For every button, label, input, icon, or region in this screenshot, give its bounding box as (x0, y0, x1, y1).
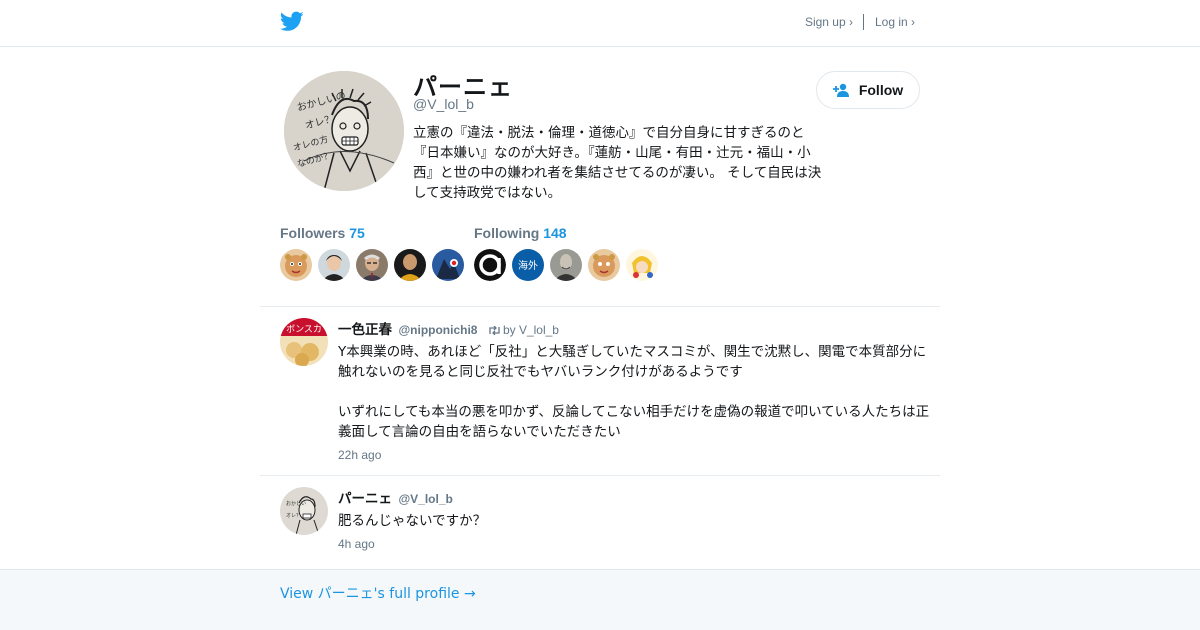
followers-avatars (280, 249, 470, 281)
top-bar: Sign up › Log in › (0, 0, 1200, 47)
following-count: 148 (543, 225, 567, 241)
tweet-text: Y本興業の時、あれほど「反社」と大騒ぎしていたマスコミが、関生で沈黙し、関電で本… (338, 344, 930, 440)
following-avatar[interactable] (588, 249, 620, 281)
footer: View パーニェ's full profile → (0, 569, 1200, 630)
auth-links: Sign up › Log in › (805, 14, 915, 31)
follower-avatar[interactable] (356, 249, 388, 281)
retweet-info: by V_lol_b (488, 323, 559, 337)
retweet-icon (489, 325, 500, 336)
followers-count: 75 (349, 225, 365, 241)
following-avatar[interactable] (550, 249, 582, 281)
follow-button[interactable]: Follow (816, 71, 920, 109)
following-avatar[interactable] (626, 249, 658, 281)
divider (260, 306, 940, 307)
followers-stat[interactable]: Followers 75 (280, 225, 365, 241)
tweet-timestamp[interactable]: 4h ago (338, 537, 375, 551)
full-profile-link[interactable]: View パーニェ's full profile → (280, 583, 476, 603)
svg-text:オレ？: オレ？ (286, 513, 301, 519)
tweet-avatar[interactable]: おかしいオレ？ (280, 487, 328, 535)
svg-text:ボンスカ: ボンスカ (286, 324, 322, 335)
follower-avatar[interactable] (280, 249, 312, 281)
twitter-bird-icon[interactable] (280, 11, 304, 32)
profile-avatar[interactable]: おかしいの オレ？ オレの方 なのか？ (284, 71, 404, 191)
tweet-author-handle[interactable]: @V_lol_b (398, 492, 452, 506)
svg-text:海外: 海外 (518, 259, 538, 272)
divider (260, 475, 940, 476)
profile-handle: @V_lol_b (413, 96, 474, 112)
signup-link[interactable]: Sign up › (805, 15, 853, 29)
following-avatars: 海外 (474, 249, 664, 281)
following-stat[interactable]: Following 148 (474, 225, 567, 241)
profile-bio: 立憲の『違法・脱法・倫理・道徳心』で自分自身に甘すぎるのと『日本嫌い』なのが大好… (413, 125, 822, 201)
follower-avatar[interactable] (432, 249, 464, 281)
tweet-author-handle[interactable]: @nipponichi8 (398, 323, 477, 337)
tweet-header: 一色正春 @nipponichi8 by V_lol_b (338, 318, 559, 338)
tweet-avatar[interactable]: ボンスカ (280, 318, 328, 366)
add-user-icon (832, 83, 849, 97)
manga-avatar-icon: おかしいの オレ？ オレの方 なのか？ (284, 71, 404, 191)
following-avatar[interactable] (474, 249, 506, 281)
retweet-by-label: by V_lol_b (502, 323, 559, 337)
followers-label: Followers (280, 225, 346, 241)
tweet-text: 肥るんじゃないですか？ (338, 513, 487, 529)
following-label: Following (474, 225, 540, 241)
follower-avatar[interactable] (318, 249, 350, 281)
tweet-header: パーニェ @V_lol_b (338, 487, 453, 507)
tweet-timestamp[interactable]: 22h ago (338, 448, 381, 462)
tweet-author-name[interactable]: パーニェ (338, 491, 392, 507)
follower-avatar[interactable] (394, 249, 426, 281)
separator (862, 14, 864, 30)
login-link[interactable]: Log in › (875, 15, 915, 29)
follow-button-label: Follow (858, 82, 904, 98)
tweet-author-name[interactable]: 一色正春 (338, 322, 392, 338)
svg-text:おかしい: おかしい (286, 500, 306, 507)
following-avatar[interactable]: 海外 (512, 249, 544, 281)
